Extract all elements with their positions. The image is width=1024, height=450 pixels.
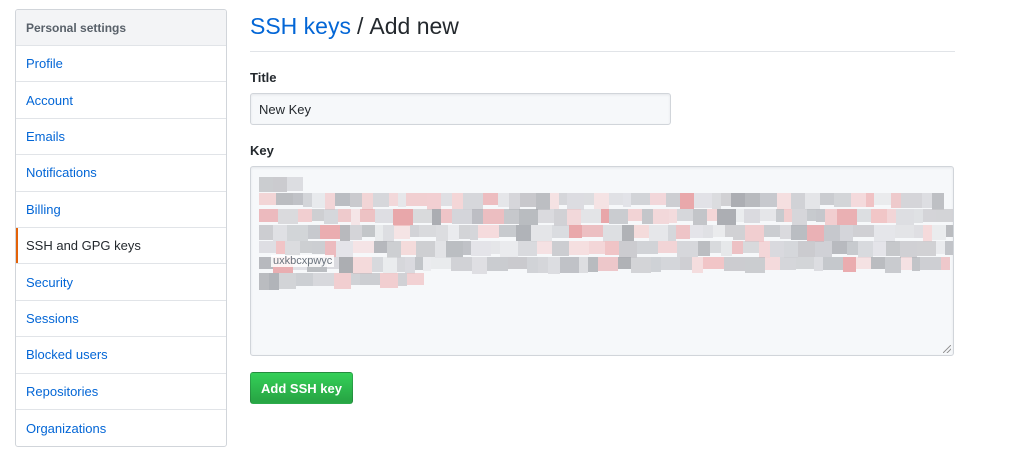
sidebar-item-organizations[interactable]: Organizations bbox=[16, 410, 226, 446]
add-ssh-key-button[interactable]: Add SSH key bbox=[250, 372, 353, 404]
sidebar-item-repositories[interactable]: Repositories bbox=[16, 374, 226, 410]
page-title: SSH keys / Add new bbox=[250, 0, 955, 52]
main-content: SSH keys / Add new Title Key uxkbcxpwyc … bbox=[250, 0, 955, 404]
sidebar-item-profile[interactable]: Profile bbox=[16, 46, 226, 83]
breadcrumb-separator: / bbox=[356, 13, 364, 39]
title-input[interactable] bbox=[250, 93, 671, 125]
sidebar-item-billing[interactable]: Billing bbox=[16, 192, 226, 228]
breadcrumb-ssh-keys-link[interactable]: SSH keys bbox=[250, 13, 351, 40]
sidebar-item-ssh-gpg-keys[interactable]: SSH and GPG keys bbox=[16, 227, 226, 265]
settings-sidebar: Personal settings Profile Account Emails… bbox=[15, 9, 227, 448]
sidebar-item-notifications[interactable]: Notifications bbox=[16, 155, 226, 192]
title-label: Title bbox=[250, 70, 277, 85]
sidebar-item-blocked-users[interactable]: Blocked users bbox=[16, 337, 226, 374]
sidebar-header: Personal settings bbox=[16, 10, 226, 46]
key-label: Key bbox=[250, 143, 274, 158]
sidebar-item-security[interactable]: Security bbox=[16, 264, 226, 301]
key-textarea[interactable]: uxkbcxpwyc bbox=[250, 166, 954, 356]
resize-grip-icon[interactable] bbox=[943, 345, 951, 353]
breadcrumb-current: Add new bbox=[369, 13, 459, 39]
sidebar-item-sessions[interactable]: Sessions bbox=[16, 301, 226, 338]
sidebar-item-emails[interactable]: Emails bbox=[16, 119, 226, 156]
sidebar-item-account[interactable]: Account bbox=[16, 82, 226, 119]
key-visible-fragment: uxkbcxpwyc bbox=[271, 255, 335, 267]
